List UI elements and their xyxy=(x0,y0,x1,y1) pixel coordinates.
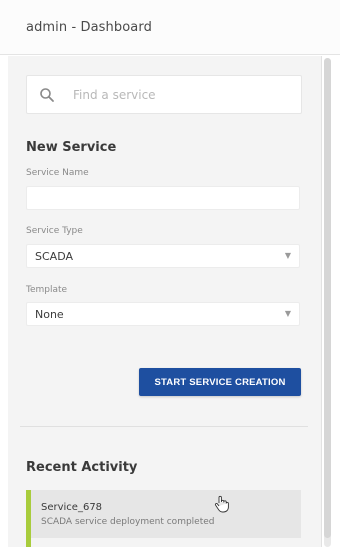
search-icon xyxy=(40,88,54,102)
new-service-heading: New Service xyxy=(26,140,117,155)
chevron-down-icon: ▼ xyxy=(284,309,291,318)
page-title: admin - Dashboard xyxy=(26,20,152,35)
divider xyxy=(20,426,308,427)
start-service-creation-button[interactable]: START SERVICE CREATION xyxy=(139,368,301,396)
search-input[interactable] xyxy=(73,77,295,112)
service-type-select[interactable]: SCADA ▼ xyxy=(26,244,300,268)
status-accent-bar-next xyxy=(26,538,31,547)
service-type-label: Service Type xyxy=(26,226,83,236)
service-name-label: Service Name xyxy=(26,168,89,178)
service-name-field[interactable] xyxy=(26,186,300,210)
status-accent-bar xyxy=(26,490,31,538)
activity-title: Service_678 xyxy=(41,502,103,513)
app-header: admin - Dashboard xyxy=(0,0,340,55)
hand-cursor-icon xyxy=(215,495,229,513)
activity-description: SCADA service deployment completed xyxy=(41,517,215,527)
recent-activity-heading: Recent Activity xyxy=(26,460,138,475)
activity-list-item[interactable]: Service_678 SCADA service deployment com… xyxy=(26,490,301,538)
template-label: Template xyxy=(26,285,68,295)
service-type-value: SCADA xyxy=(35,250,73,263)
scrollbar-thumb[interactable] xyxy=(324,58,331,538)
chevron-down-icon: ▼ xyxy=(284,251,291,260)
template-value: None xyxy=(35,308,64,321)
scrollbar[interactable] xyxy=(324,58,331,547)
template-select[interactable]: None ▼ xyxy=(26,302,300,326)
search-box[interactable] xyxy=(26,75,302,114)
